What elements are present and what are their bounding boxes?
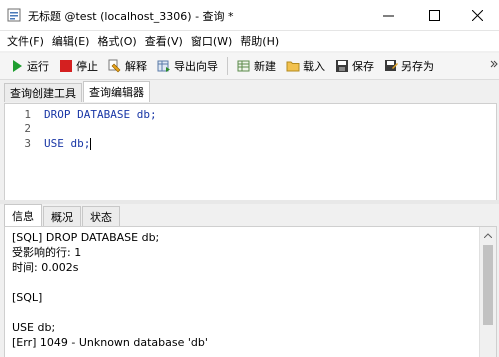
run-button[interactable]: 运行 — [5, 55, 54, 77]
text-caret — [90, 138, 92, 150]
line-number: 1 — [24, 108, 31, 121]
tab-profile[interactable]: 概况 — [43, 206, 81, 226]
scroll-up-button[interactable] — [480, 227, 496, 243]
save-as-icon — [385, 60, 398, 71]
line-number-gutter: 1 2 3 — [5, 104, 39, 200]
toolbar-overflow-icon[interactable] — [490, 60, 498, 72]
menu-view[interactable]: 查看(V) — [141, 33, 187, 49]
minimize-icon — [382, 15, 394, 16]
message-output: [SQL] DROP DATABASE db; 受影响的行: 1 时间: 0.0… — [4, 226, 497, 357]
scroll-thumb[interactable] — [483, 245, 493, 325]
tab-status[interactable]: 状态 — [82, 206, 120, 226]
output-line: [SQL] — [12, 291, 43, 304]
menu-edit[interactable]: 编辑(E) — [48, 33, 94, 49]
close-button[interactable] — [455, 0, 499, 30]
title-bar: 无标题 @test (localhost_3306) - 查询 * — [0, 0, 499, 31]
save-icon — [336, 60, 348, 72]
export-wizard-label: 导出向导 — [174, 60, 218, 73]
maximize-icon — [428, 9, 440, 21]
code-line-active: USE db; — [44, 137, 92, 151]
export-wizard-button[interactable]: 导出向导 — [152, 55, 223, 77]
save-as-label: 另存为 — [401, 60, 434, 73]
tab-query-editor[interactable]: 查询编辑器 — [83, 81, 150, 102]
play-icon — [13, 60, 22, 72]
menu-file[interactable]: 文件(F) — [3, 33, 48, 49]
query-mode-tabs: 查询创建工具 查询编辑器 — [0, 81, 499, 102]
sql-editor[interactable]: 1 2 3 DROP DATABASE db; USE db; — [4, 103, 497, 201]
save-as-button[interactable]: 另存为 — [379, 55, 439, 77]
stop-button[interactable]: 停止 — [54, 55, 103, 77]
new-button[interactable]: 新建 — [232, 55, 281, 77]
tab-query-builder[interactable]: 查询创建工具 — [4, 83, 82, 102]
tab-message[interactable]: 信息 — [4, 204, 42, 226]
close-icon — [471, 9, 483, 21]
window-title: 无标题 @test (localhost_3306) - 查询 * — [28, 10, 234, 23]
result-tabs: 信息 概况 状态 — [4, 204, 495, 226]
menu-window[interactable]: 窗口(W) — [187, 33, 236, 49]
line-number: 3 — [24, 137, 31, 150]
output-line: [Err] 1049 - Unknown database 'db' — [12, 336, 208, 349]
explain-label: 解释 — [125, 60, 147, 73]
app-icon — [7, 8, 21, 22]
save-button[interactable]: 保存 — [330, 55, 379, 77]
output-line: 时间: 0.002s — [12, 261, 79, 274]
minimize-button[interactable] — [366, 0, 410, 30]
run-label: 运行 — [27, 60, 49, 73]
vertical-scrollbar[interactable] — [479, 227, 496, 357]
load-label: 载入 — [303, 60, 325, 73]
export-wizard-icon — [157, 60, 170, 72]
stop-icon — [60, 60, 72, 72]
menu-help[interactable]: 帮助(H) — [236, 33, 283, 49]
code-line: DROP DATABASE db; — [44, 108, 157, 121]
chevron-up-icon — [484, 232, 492, 238]
load-button[interactable]: 载入 — [281, 55, 330, 77]
new-query-icon — [237, 60, 250, 72]
code-line-text: USE db; — [44, 137, 91, 150]
output-line: 受影响的行: 1 — [12, 246, 82, 259]
toolbar: 运行 停止 解释 导出向导 新建 载入 保存 另存为 — [0, 53, 499, 80]
maximize-button[interactable] — [412, 0, 456, 30]
toolbar-separator — [227, 57, 228, 75]
stop-label: 停止 — [76, 60, 98, 73]
folder-icon — [286, 61, 300, 72]
output-line: USE db; — [12, 321, 56, 334]
menu-bar: 文件(F) 编辑(E) 格式(O) 查看(V) 窗口(W) 帮助(H) — [0, 31, 499, 51]
explain-icon — [108, 59, 121, 73]
line-number: 2 — [24, 122, 31, 135]
menu-format[interactable]: 格式(O) — [93, 33, 140, 49]
output-line: [SQL] DROP DATABASE db; — [12, 231, 160, 244]
save-label: 保存 — [352, 60, 374, 73]
explain-button[interactable]: 解释 — [103, 55, 152, 77]
new-label: 新建 — [254, 60, 276, 73]
